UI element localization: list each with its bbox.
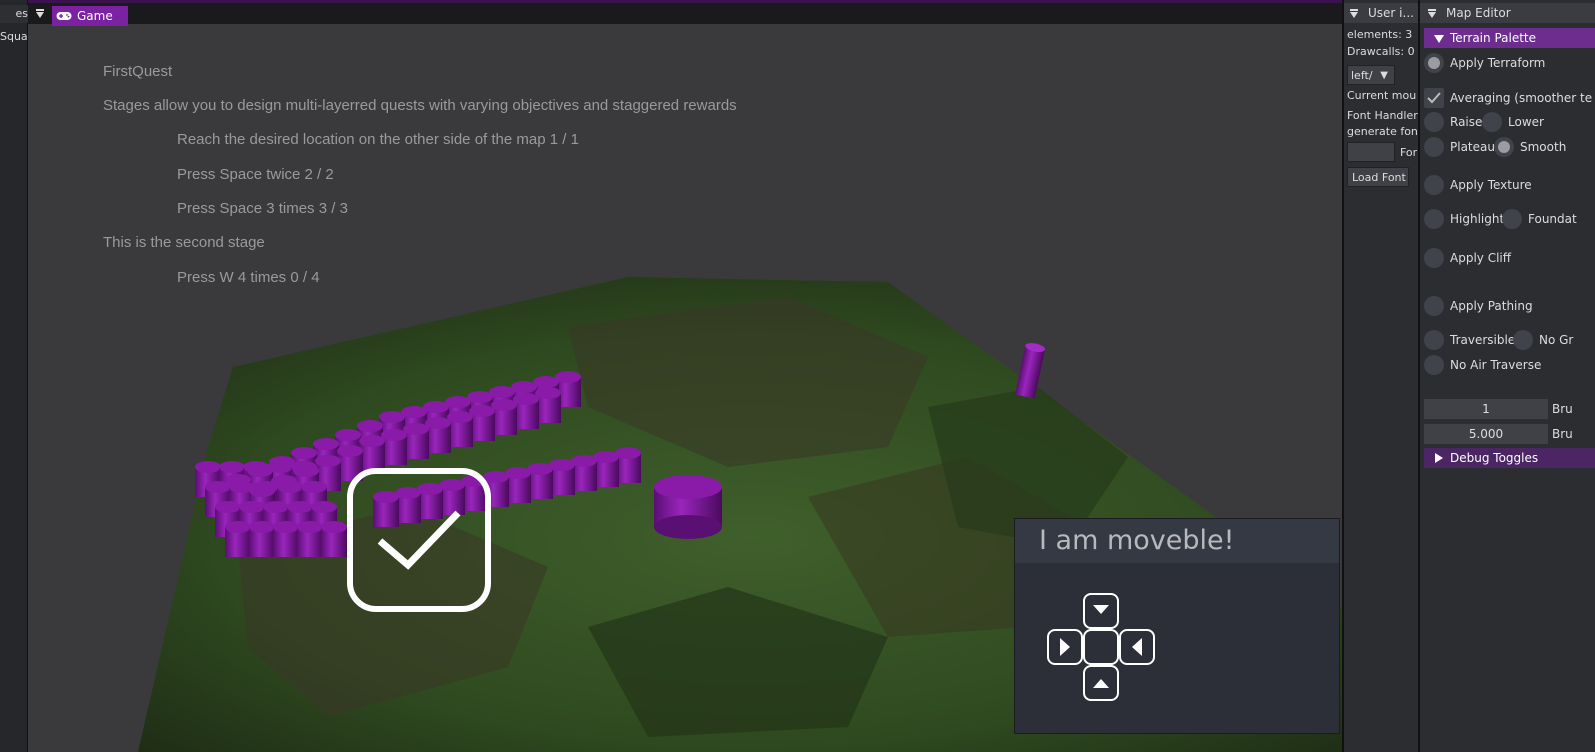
dpad-down-button[interactable] <box>1083 593 1119 629</box>
pillar <box>225 521 251 557</box>
apply-terraform-label: Apply Terraform <box>1450 56 1546 70</box>
apply-pathing-label: Apply Pathing <box>1450 299 1533 313</box>
load-font-button[interactable]: Load Font <box>1347 167 1409 187</box>
averaging-label: Averaging (smoother te <box>1450 91 1593 105</box>
highlight-label: Highlight <box>1450 212 1505 226</box>
raise-label: Raise <box>1450 115 1483 129</box>
drawcalls-count: Drawcalls: 0 <box>1347 45 1415 58</box>
smooth-label: Smooth <box>1520 140 1567 154</box>
anchor-select[interactable]: left/ ▼ <box>1347 65 1395 85</box>
moveable-panel-header[interactable]: I am moveble! <box>1015 519 1339 563</box>
left-side-panel: es Squa <box>0 0 28 752</box>
foundation-radio[interactable] <box>1502 209 1522 229</box>
map-editor-title[interactable]: Map Editor <box>1420 3 1595 23</box>
brush-strength-label: Bru <box>1552 427 1573 441</box>
anchor-select-value: left/ <box>1351 69 1373 82</box>
plateau-radio[interactable] <box>1424 137 1444 157</box>
tab-game[interactable]: Game <box>52 6 128 26</box>
lower-radio[interactable] <box>1482 112 1502 132</box>
foundation-label: Foundat <box>1528 212 1577 226</box>
no-ground-radio[interactable] <box>1513 330 1533 350</box>
highlight-radio[interactable] <box>1424 209 1444 229</box>
quest-description: Stages allow you to design multi-layerre… <box>103 97 737 114</box>
pillar <box>297 521 323 557</box>
arrow-right-icon <box>1060 638 1070 656</box>
left-panel-row[interactable]: Squa <box>0 28 28 43</box>
dpad-up-button[interactable] <box>1083 665 1119 701</box>
quest-objective: Press Space 3 times 3 / 3 <box>177 200 348 217</box>
quest-objective: Press W 4 times 0 / 4 <box>177 269 320 286</box>
apply-texture-radio[interactable] <box>1424 175 1444 195</box>
font-input[interactable] <box>1347 142 1395 162</box>
quest-objective: Reach the desired location on the other … <box>177 131 579 148</box>
lower-label: Lower <box>1508 115 1544 129</box>
font-handler-label: Font Handler <box>1347 109 1418 122</box>
pillar-large <box>654 475 722 539</box>
raise-radio[interactable] <box>1424 112 1444 132</box>
game-titlebar: Game ✕ <box>28 0 1366 26</box>
terrain-palette-header[interactable]: Terrain Palette <box>1424 28 1595 48</box>
elements-count: elements: 3 <box>1347 28 1413 41</box>
left-panel-tab[interactable]: es <box>0 5 28 23</box>
user-panel-title[interactable]: User i... <box>1344 3 1418 23</box>
chevron-down-icon: ▼ <box>1380 70 1388 81</box>
panel-menu-icon[interactable] <box>1350 9 1358 18</box>
dpad-center-button[interactable] <box>1083 629 1119 665</box>
apply-cliff-radio[interactable] <box>1424 248 1444 268</box>
map-editor-title-label: Map Editor <box>1446 6 1511 20</box>
no-ground-label: No Gr <box>1539 333 1574 347</box>
quest-title: FirstQuest <box>103 63 173 80</box>
apply-cliff-label: Apply Cliff <box>1450 251 1512 265</box>
no-air-label: No Air Traverse <box>1450 358 1542 372</box>
arrow-up-icon <box>1093 679 1109 688</box>
gamepad-icon <box>56 12 72 20</box>
window-menu-icon[interactable] <box>36 9 44 18</box>
brush-strength-field[interactable]: 5.000 <box>1424 424 1548 444</box>
terrain-palette-label: Terrain Palette <box>1450 31 1536 45</box>
font-input-label: For <box>1400 146 1418 159</box>
no-air-radio[interactable] <box>1424 355 1444 375</box>
moveable-panel-title: I am moveble! <box>1039 525 1235 556</box>
brush-size-field[interactable]: 1 <box>1424 399 1548 419</box>
plateau-label: Plateau <box>1450 140 1495 154</box>
user-panel-title-label: User i... <box>1368 6 1414 20</box>
traversible-label: Traversible <box>1450 333 1516 347</box>
map-editor-panel: Map Editor Terrain Palette Apply Terrafo… <box>1418 0 1595 752</box>
user-interface-panel: User i... elements: 3 Drawcalls: 0 left/… <box>1342 0 1418 752</box>
font-handler-label-2: generate fon <box>1347 125 1418 138</box>
arrow-left-icon <box>1132 638 1142 656</box>
traversible-radio[interactable] <box>1424 330 1444 350</box>
chevron-right-icon <box>1435 453 1443 463</box>
apply-texture-label: Apply Texture <box>1450 178 1532 192</box>
quest-stage-title: This is the second stage <box>103 234 265 251</box>
moveable-panel[interactable]: I am moveble! <box>1014 518 1340 734</box>
arrow-down-icon <box>1093 605 1109 614</box>
pillar <box>249 521 275 557</box>
debug-toggles-header[interactable]: Debug Toggles <box>1424 448 1595 468</box>
apply-terraform-radio[interactable] <box>1424 53 1444 73</box>
current-mouse-label: Current mou <box>1347 89 1417 102</box>
panel-menu-icon[interactable] <box>1428 9 1436 18</box>
debug-toggles-label: Debug Toggles <box>1450 451 1539 465</box>
chevron-down-icon <box>1434 35 1444 43</box>
pillar <box>321 521 347 557</box>
quest-objective: Press Space twice 2 / 2 <box>177 166 334 183</box>
averaging-checkbox[interactable] <box>1424 88 1444 108</box>
apply-pathing-radio[interactable] <box>1424 296 1444 316</box>
tab-game-label: Game <box>77 9 113 23</box>
brush-size-label: Bru <box>1552 402 1573 416</box>
dpad-right-button[interactable] <box>1047 629 1083 665</box>
check-icon <box>1427 92 1441 104</box>
dpad-left-button[interactable] <box>1119 629 1155 665</box>
smooth-radio[interactable] <box>1494 137 1514 157</box>
pillar <box>273 521 299 557</box>
check-icon[interactable] <box>346 467 492 613</box>
